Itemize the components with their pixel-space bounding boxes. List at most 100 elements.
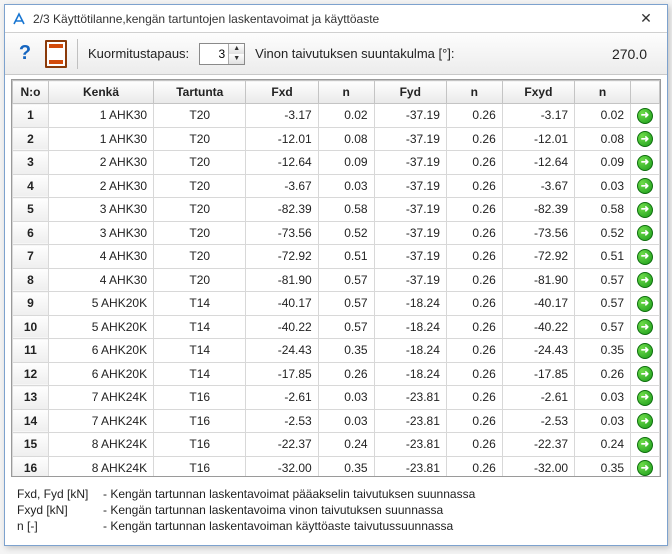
cell: 0.52 [575,221,631,245]
results-grid[interactable]: N:oKenkäTartuntaFxdnFydnFxydn 11 AHK30T2… [11,79,661,477]
go-icon[interactable]: ➜ [637,178,653,194]
row-action-cell: ➜ [631,127,660,151]
cell: 0.26 [446,292,502,316]
row-action-cell: ➜ [631,104,660,128]
cell: -24.43 [502,339,574,363]
cell: 0.57 [575,292,631,316]
go-icon[interactable]: ➜ [637,108,653,124]
cell: -22.37 [246,433,318,457]
cell: 4 [13,174,49,198]
window-title: 2/3 Käyttötilanne,kengän tartuntojen las… [33,12,631,26]
col-header[interactable]: n [446,81,502,104]
go-icon[interactable]: ➜ [637,460,653,476]
col-header[interactable]: n [575,81,631,104]
cell: -37.19 [374,245,446,269]
go-icon[interactable]: ➜ [637,131,653,147]
close-icon[interactable]: ✕ [631,8,661,30]
cell: -2.61 [502,386,574,410]
go-icon[interactable]: ➜ [637,437,653,453]
go-icon[interactable]: ➜ [637,272,653,288]
table-row[interactable]: 32 AHK30T20-12.640.09-37.190.26-12.640.0… [13,151,660,175]
cell: 5 [13,198,49,222]
cell: 0.24 [318,433,374,457]
table-row[interactable]: 95 AHK20KT14-40.170.57-18.240.26-40.170.… [13,292,660,316]
table-row[interactable]: 168 AHK24KT16-32.000.35-23.810.26-32.000… [13,456,660,477]
cell: -81.90 [502,268,574,292]
col-header[interactable]: N:o [13,81,49,104]
go-icon[interactable]: ➜ [637,202,653,218]
col-header[interactable]: Tartunta [154,81,246,104]
cell: 0.52 [318,221,374,245]
table-row[interactable]: 53 AHK30T20-82.390.58-37.190.26-82.390.5… [13,198,660,222]
cell: -17.85 [502,362,574,386]
cell: 2 AHK30 [49,174,154,198]
table-row[interactable]: 158 AHK24KT16-22.370.24-23.810.26-22.370… [13,433,660,457]
col-header[interactable]: Fxyd [502,81,574,104]
help-icon[interactable]: ? [15,42,35,65]
spinner-up-icon[interactable]: ▲ [229,44,244,54]
row-action-cell: ➜ [631,315,660,339]
titlebar: 2/3 Käyttötilanne,kengän tartuntojen las… [5,5,667,33]
table-row[interactable]: 42 AHK30T20-3.670.03-37.190.26-3.670.03➜ [13,174,660,198]
cell: -12.01 [502,127,574,151]
table-row[interactable]: 137 AHK24KT16-2.610.03-23.810.26-2.610.0… [13,386,660,410]
cell: 16 [13,456,49,477]
cell: 1 [13,104,49,128]
table-row[interactable]: 126 AHK20KT14-17.850.26-18.240.26-17.850… [13,362,660,386]
row-action-cell: ➜ [631,362,660,386]
column-icon[interactable] [45,40,67,68]
col-header[interactable]: n [318,81,374,104]
table-row[interactable]: 84 AHK30T20-81.900.57-37.190.26-81.900.5… [13,268,660,292]
cell: -72.92 [502,245,574,269]
cell: -81.90 [246,268,318,292]
cell: 0.26 [446,198,502,222]
cell: -18.24 [374,362,446,386]
cell: 14 [13,409,49,433]
go-icon[interactable]: ➜ [637,319,653,335]
table-row[interactable]: 63 AHK30T20-73.560.52-37.190.26-73.560.5… [13,221,660,245]
cell: -37.19 [374,104,446,128]
col-header[interactable]: Kenkä [49,81,154,104]
load-case-spinner[interactable]: ▲ ▼ [199,43,245,65]
cell: 0.58 [575,198,631,222]
col-header[interactable]: Fyd [374,81,446,104]
cell: T14 [154,339,246,363]
cell: T16 [154,433,246,457]
row-action-cell: ➜ [631,174,660,198]
cell: 2 AHK30 [49,151,154,175]
col-header[interactable] [631,81,660,104]
go-icon[interactable]: ➜ [637,296,653,312]
go-icon[interactable]: ➜ [637,343,653,359]
go-icon[interactable]: ➜ [637,366,653,382]
table-row[interactable]: 105 AHK20KT14-40.220.57-18.240.26-40.220… [13,315,660,339]
cell: -18.24 [374,292,446,316]
toolbar: ? Kuormitustapaus: ▲ ▼ Vinon taivutuksen… [5,33,667,75]
cell: -82.39 [502,198,574,222]
cell: -18.24 [374,339,446,363]
cell: T20 [154,127,246,151]
cell: 9 [13,292,49,316]
table-row[interactable]: 116 AHK20KT14-24.430.35-18.240.26-24.430… [13,339,660,363]
table-row[interactable]: 21 AHK30T20-12.010.08-37.190.26-12.010.0… [13,127,660,151]
legend-key: Fxd, Fyd [kN] [17,487,97,501]
cell: 3 AHK30 [49,198,154,222]
spinner-down-icon[interactable]: ▼ [229,54,244,64]
row-action-cell: ➜ [631,386,660,410]
go-icon[interactable]: ➜ [637,249,653,265]
go-icon[interactable]: ➜ [637,413,653,429]
table-row[interactable]: 11 AHK30T20-3.170.02-37.190.26-3.170.02➜ [13,104,660,128]
go-icon[interactable]: ➜ [637,155,653,171]
go-icon[interactable]: ➜ [637,225,653,241]
cell: -37.19 [374,151,446,175]
table-row[interactable]: 147 AHK24KT16-2.530.03-23.810.26-2.530.0… [13,409,660,433]
cell: -23.81 [374,456,446,477]
load-case-input[interactable] [200,44,228,64]
go-icon[interactable]: ➜ [637,390,653,406]
cell: 0.26 [446,151,502,175]
cell: -73.56 [502,221,574,245]
cell: 7 AHK24K [49,386,154,410]
row-action-cell: ➜ [631,433,660,457]
cell: -3.17 [502,104,574,128]
col-header[interactable]: Fxd [246,81,318,104]
table-row[interactable]: 74 AHK30T20-72.920.51-37.190.26-72.920.5… [13,245,660,269]
